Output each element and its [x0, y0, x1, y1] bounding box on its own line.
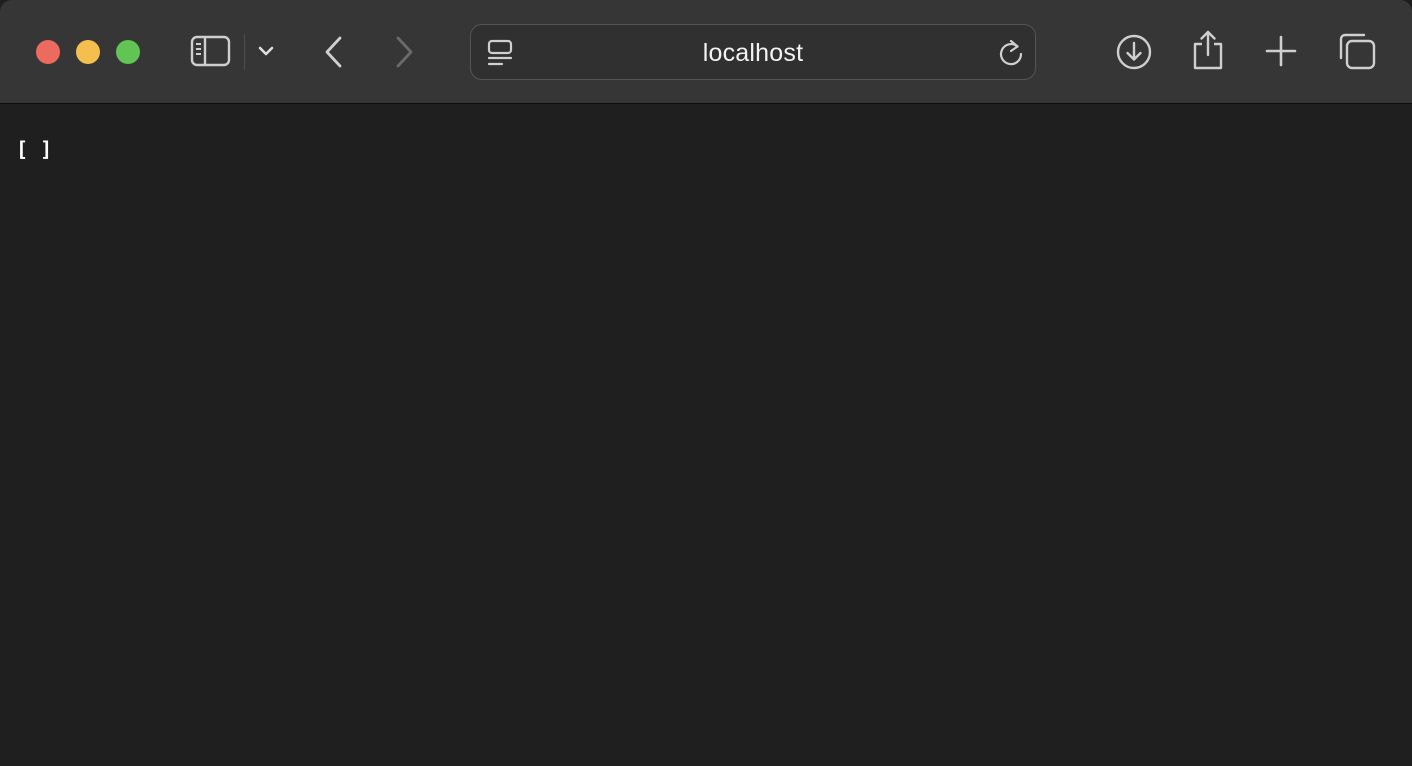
browser-window: localhost [] — [0, 0, 1412, 766]
chevron-down-icon[interactable] — [256, 40, 276, 62]
reload-icon[interactable] — [997, 38, 1025, 68]
chevron-left-icon — [325, 36, 342, 68]
chevron-right-icon — [396, 36, 413, 68]
page-content: [ ] — [0, 104, 1412, 766]
plus-icon[interactable] — [1262, 32, 1300, 70]
browser-toolbar: localhost — [0, 0, 1412, 104]
sidebar-icon[interactable] — [190, 34, 232, 68]
forward-button[interactable] — [390, 34, 418, 70]
url-text[interactable]: localhost — [471, 40, 1035, 66]
zoom-window-button[interactable] — [116, 40, 140, 64]
minimize-window-button[interactable] — [76, 40, 100, 64]
address-bar[interactable]: localhost — [470, 24, 1036, 80]
close-window-button[interactable] — [36, 40, 60, 64]
share-icon[interactable] — [1190, 28, 1226, 72]
json-output: [ ] — [16, 137, 53, 161]
download-icon[interactable] — [1114, 32, 1154, 72]
back-button[interactable] — [320, 34, 348, 70]
tabs-overview-icon[interactable] — [1337, 31, 1377, 71]
toolbar-separator — [244, 34, 245, 70]
